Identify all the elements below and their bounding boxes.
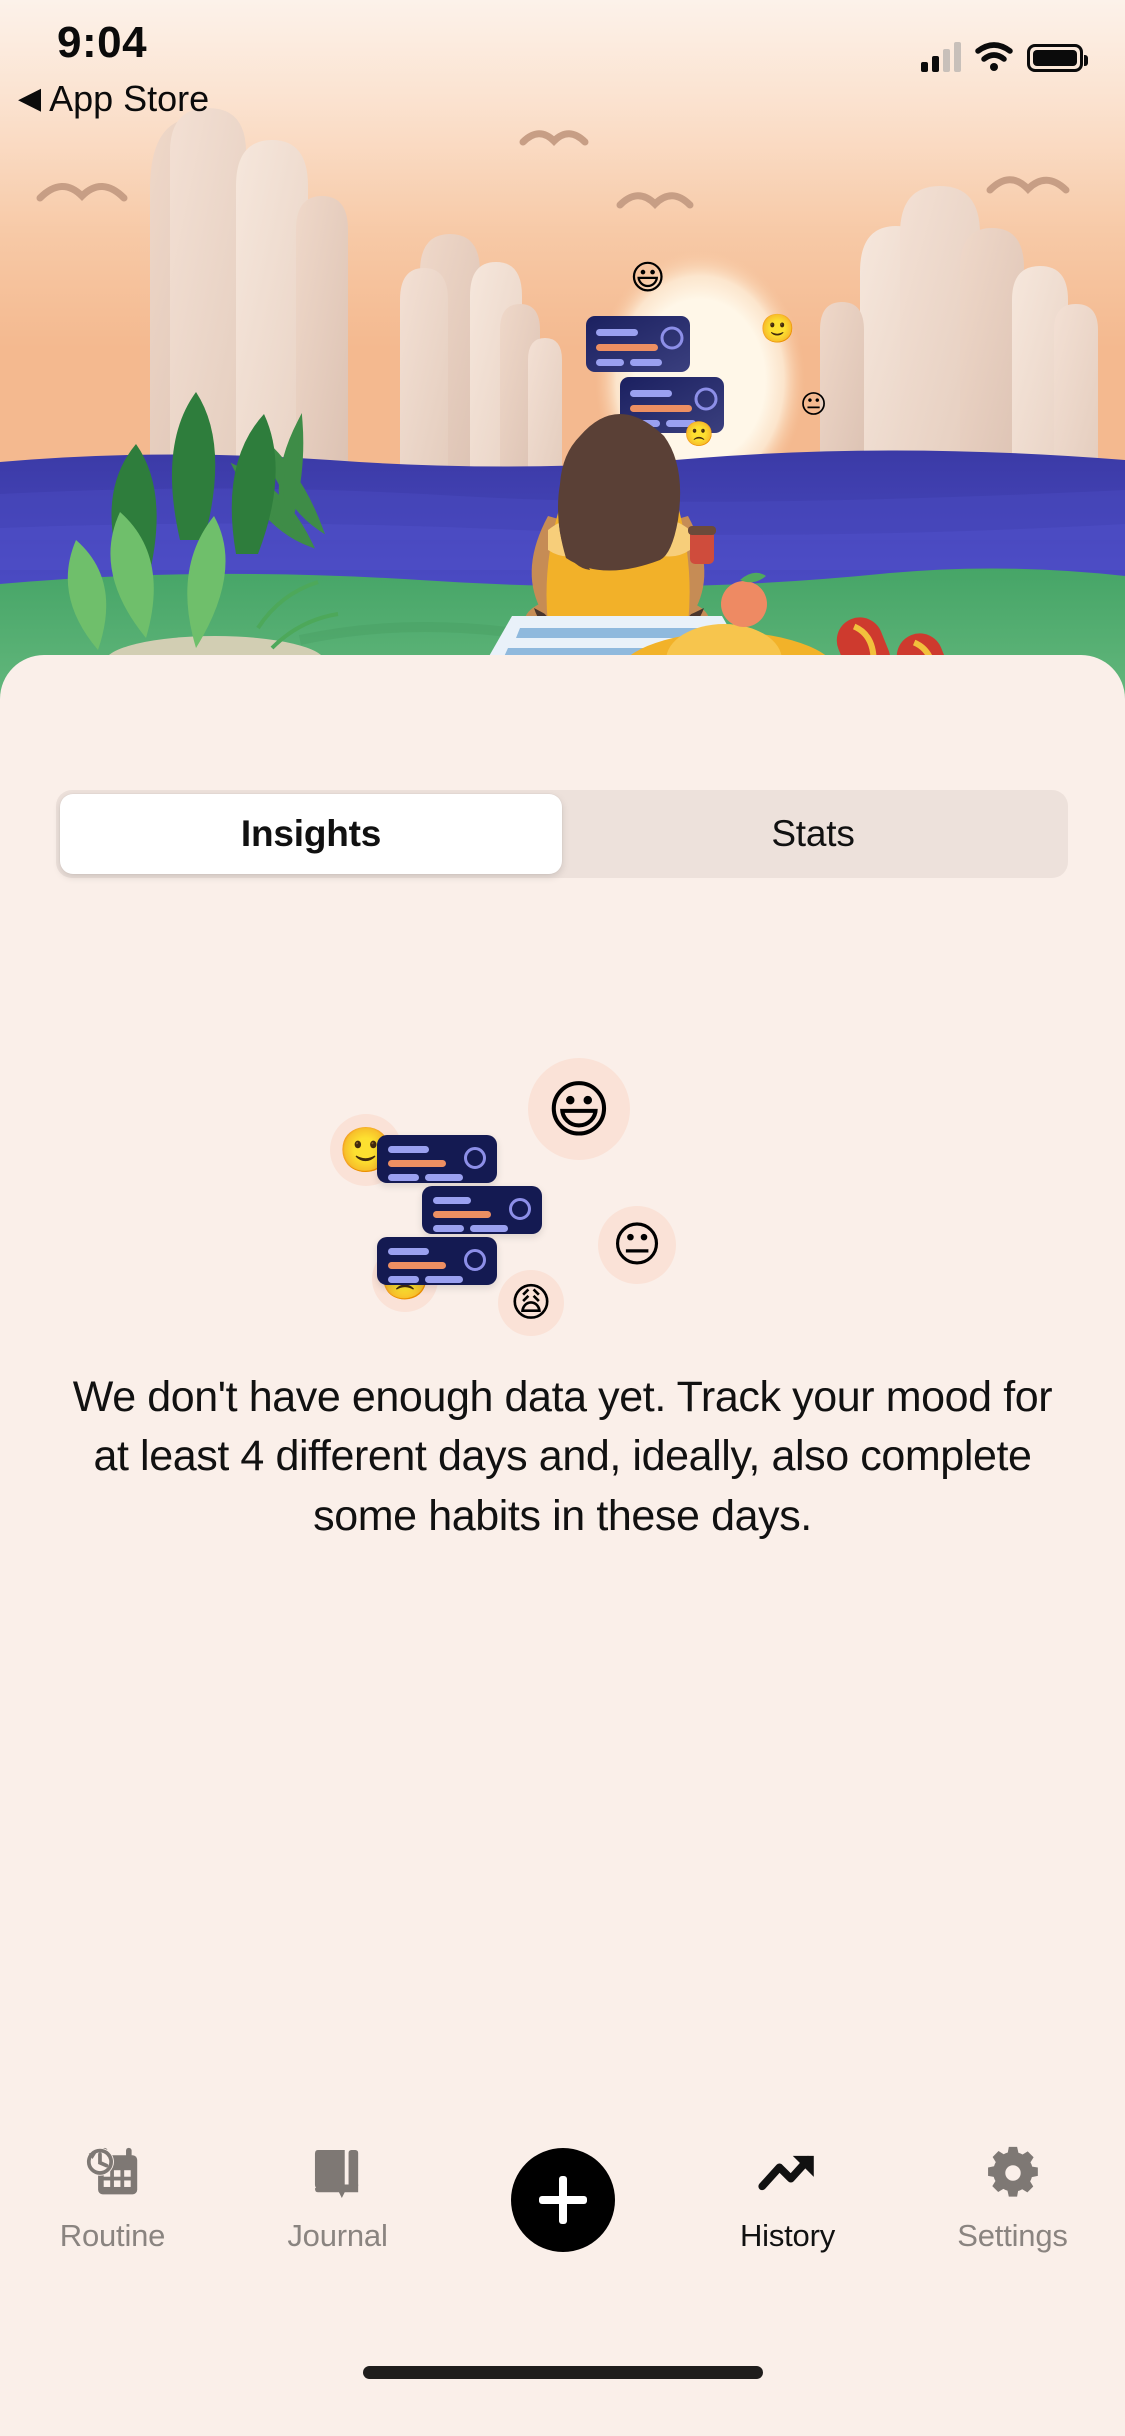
- neutral-face-emoji: 😐: [598, 1206, 676, 1284]
- battery-icon: [1027, 44, 1088, 72]
- back-caret-icon: ◀: [18, 82, 42, 115]
- home-indicator[interactable]: [362, 2366, 763, 2379]
- insights-stats-segmented-control[interactable]: Insights Stats: [56, 790, 1068, 878]
- signal-bars-icon: [921, 42, 961, 72]
- grinning-face-big-eyes-emoji: 😃: [528, 1058, 630, 1160]
- tab-settings-label: Settings: [957, 2218, 1068, 2253]
- trending-up-arrow-icon: [757, 2142, 818, 2204]
- tab-insights[interactable]: Insights: [60, 794, 562, 874]
- calendar-clock-icon: [85, 2142, 141, 2204]
- tab-history[interactable]: History: [675, 2120, 900, 2254]
- slightly-smiling-face-emoji: 🙂: [760, 312, 795, 345]
- mood-card: [422, 1186, 542, 1234]
- mood-card: [377, 1237, 497, 1285]
- tab-settings[interactable]: Settings: [900, 2120, 1125, 2254]
- grinning-face-emoji: 😃: [630, 258, 666, 298]
- neutral-face-emoji: 😐: [800, 390, 828, 420]
- floating-chat-card: [586, 316, 690, 372]
- tab-stats[interactable]: Stats: [562, 794, 1064, 874]
- mood-card: [377, 1135, 497, 1183]
- bottom-tab-bar: Routine Journal History Settings: [0, 2120, 1125, 2320]
- empty-state-message: We don't have enough data yet. Track you…: [72, 1373, 1053, 1540]
- tab-routine[interactable]: Routine: [0, 2120, 225, 2254]
- tab-journal[interactable]: Journal: [225, 2120, 450, 2254]
- back-link-label: App Store: [49, 78, 210, 119]
- status-bar-clock: 9:04: [57, 18, 148, 67]
- plus-add-icon[interactable]: [510, 2148, 615, 2252]
- gear-icon: [986, 2142, 1040, 2204]
- book-icon: [314, 2142, 362, 2204]
- status-bar: 9:04 ◀ App Store: [0, 0, 1125, 140]
- weary-face-emoji: 😩: [498, 1270, 564, 1336]
- tab-journal-label: Journal: [287, 2218, 388, 2253]
- tab-add[interactable]: [450, 2120, 675, 2252]
- wifi-icon: [975, 42, 1013, 72]
- tab-routine-label: Routine: [59, 2218, 166, 2253]
- mood-cards-emoji-illustration: 🙂 😃 😐 🙁 😩: [330, 1040, 810, 1380]
- back-to-app-store-link[interactable]: ◀ App Store: [18, 78, 209, 120]
- tab-history-label: History: [739, 2218, 836, 2253]
- status-bar-indicators: [921, 32, 1088, 72]
- slightly-frowning-face-emoji: 🙁: [684, 420, 714, 448]
